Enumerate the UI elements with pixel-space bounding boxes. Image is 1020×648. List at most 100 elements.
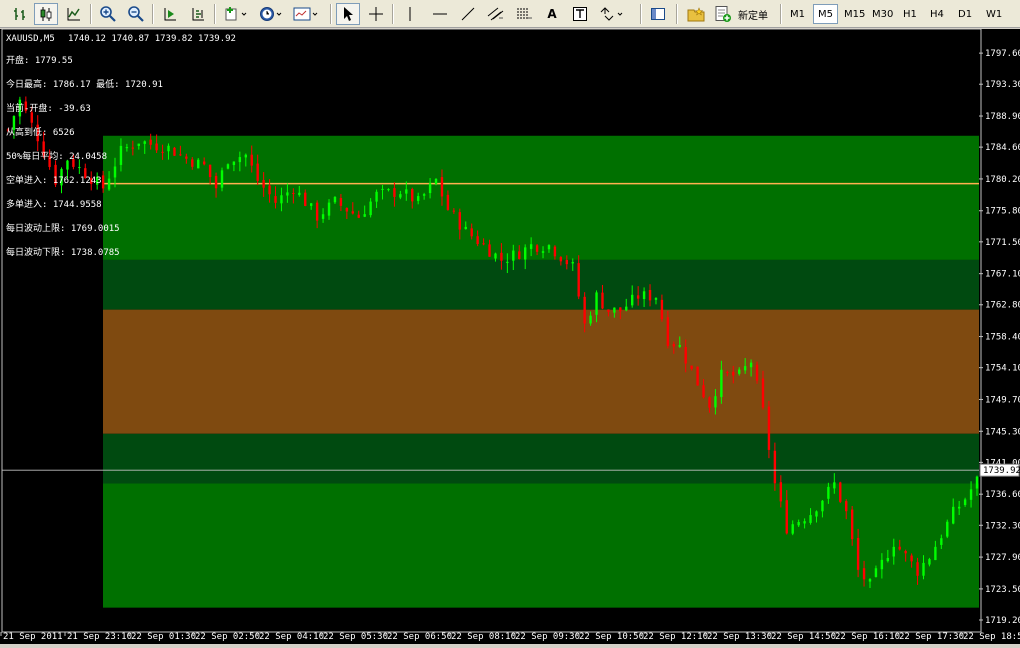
vertical-line-tool-button[interactable]: [398, 3, 422, 25]
candle-body: [327, 202, 331, 216]
chart-window[interactable]: XAUUSD,M5 1740.12 1740.87 1739.82 1739.9…: [0, 28, 1020, 644]
line-chart-button[interactable]: [62, 3, 86, 25]
text-label-tool-button[interactable]: [568, 3, 592, 25]
candle-body: [214, 176, 218, 189]
folder-star-icon: [687, 7, 705, 22]
candle-body: [714, 396, 717, 408]
candle-body: [363, 214, 366, 217]
candle-body: [78, 166, 81, 168]
info-high-to-low: 从高到低: 6526: [6, 126, 75, 138]
candle-body: [179, 154, 182, 156]
zoom-in-button[interactable]: [96, 3, 120, 25]
candle-body: [405, 189, 408, 194]
time-tick-label: 21 Sep 23:10: [67, 632, 132, 642]
new-order-label: 新定单: [738, 10, 768, 22]
price-chart[interactable]: XAUUSD,M5 1740.12 1740.87 1739.82 1739.9…: [0, 28, 1020, 644]
candle-body: [767, 406, 771, 450]
timeframe-d1[interactable]: D1: [954, 4, 976, 24]
timeframe-w1[interactable]: W1: [982, 4, 1006, 24]
candle-body: [619, 307, 622, 312]
cursor-arrow-icon: [344, 7, 353, 21]
bar-chart-button[interactable]: [8, 3, 32, 25]
trendline-tool-button[interactable]: [456, 3, 480, 25]
zoom-out-button[interactable]: [124, 3, 148, 25]
navigator-button[interactable]: [646, 3, 670, 25]
cursor-tool-button[interactable]: [336, 3, 360, 25]
candle-body: [922, 562, 925, 576]
candle-body: [232, 161, 236, 166]
time-tick-label: 22 Sep 06:50: [387, 632, 452, 642]
candle-body: [167, 145, 170, 152]
candle-body: [571, 262, 574, 264]
time-axis[interactable]: 21 Sep 2011 21 Sep 23:1022 Sep 01:3022 Se…: [0, 632, 1020, 642]
chart-shift-button[interactable]: [158, 3, 182, 25]
clock-icon: [260, 7, 282, 21]
fibonacci-tool-button[interactable]: [512, 3, 536, 25]
candle-body: [553, 246, 557, 257]
timeframe-m1[interactable]: M1: [786, 4, 809, 24]
candle-body: [910, 555, 913, 562]
candle-body: [696, 366, 699, 386]
timeframe-h1[interactable]: H1: [899, 4, 921, 24]
crosshair-tool-button[interactable]: [364, 3, 388, 25]
auto-scroll-icon: [192, 8, 204, 21]
timeframe-h4[interactable]: H4: [926, 4, 948, 24]
candle-body: [779, 482, 783, 502]
candle-body: [399, 194, 402, 198]
candle-body: [274, 196, 277, 203]
price-tick-label: 1758.40: [985, 333, 1020, 343]
favorites-button[interactable]: [684, 3, 708, 25]
equidistant-channel-button[interactable]: [484, 3, 508, 25]
trendline-icon: [461, 7, 475, 21]
timeframe-m30[interactable]: M30: [868, 4, 897, 24]
indicators-icon: [225, 7, 247, 21]
candle-body: [304, 192, 307, 206]
info-range-lower: 每日波动下限: 1738.0785: [6, 246, 120, 258]
horizontal-line-tool-button[interactable]: [428, 3, 452, 25]
info-daily-high-low: 今日最高: 1786.17 最低: 1720.91: [6, 78, 163, 90]
time-tick-label: 22 Sep 13:30: [707, 632, 772, 642]
candle-body: [541, 251, 545, 253]
text-tool-button[interactable]: A: [540, 3, 564, 25]
current-price-label: 1739.92: [983, 466, 1020, 476]
candle-body: [761, 378, 765, 408]
candlestick-chart-button[interactable]: [34, 3, 58, 25]
zone-group: [103, 135, 979, 608]
candle-body: [262, 180, 265, 188]
candle-body: [547, 245, 551, 250]
candle-body: [298, 192, 301, 195]
info-open: 开盘: 1779.55: [6, 54, 73, 66]
candle-body: [862, 568, 866, 580]
bar-chart-icon: [14, 8, 25, 20]
candle-body: [476, 236, 479, 244]
periodicity-button[interactable]: [256, 3, 286, 25]
new-order-button[interactable]: 新定单: [714, 3, 768, 25]
auto-scroll-button[interactable]: [186, 3, 210, 25]
candle-body: [845, 501, 848, 512]
time-tick-label: 22 Sep 09:30: [515, 632, 580, 642]
main-toolbar: A 新定单 M1 M5 M15 M30 H1 H4 D1 W1: [0, 0, 1020, 28]
info-short-entry: 空单进入: 1762.1243: [6, 174, 102, 186]
candle-body: [702, 385, 705, 398]
price-tick-label: 1771.50: [985, 238, 1020, 248]
candle-body: [720, 369, 723, 398]
candle-body: [220, 170, 224, 188]
timeframe-m15[interactable]: M15: [840, 4, 869, 24]
text-tool-label: A: [547, 7, 557, 21]
arrows-tool-button[interactable]: [596, 3, 626, 25]
candle-body: [916, 562, 919, 576]
time-tick-label: 22 Sep 04:10: [259, 632, 324, 642]
zoom-in-icon: [100, 6, 116, 22]
candle-body: [839, 482, 842, 502]
candle-body: [440, 177, 444, 197]
fibonacci-icon: [517, 8, 532, 19]
candle-body: [642, 291, 646, 300]
crosshair-icon: [369, 7, 383, 21]
candle-body: [898, 546, 901, 550]
indicators-button[interactable]: [220, 3, 252, 25]
candle-body: [107, 178, 111, 190]
candle-body: [928, 559, 931, 565]
candle-body: [125, 147, 129, 149]
templates-button[interactable]: [290, 3, 322, 25]
timeframe-m5[interactable]: M5: [813, 4, 838, 24]
